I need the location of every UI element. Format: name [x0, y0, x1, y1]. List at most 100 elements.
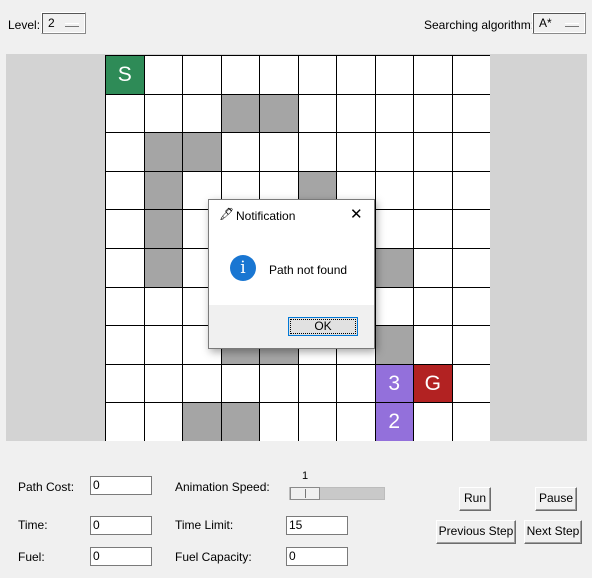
grid-cell	[260, 133, 298, 171]
grid-cell	[375, 56, 413, 94]
wall-cell	[144, 210, 182, 248]
feather-icon: 🖋	[219, 207, 235, 221]
dialog-title-bar: 🖋 Notification ✕	[209, 200, 374, 230]
fuel-capacity-label: Fuel Capacity:	[175, 550, 252, 564]
grid-cell	[337, 94, 375, 133]
grid-cell	[144, 56, 182, 94]
grid-cell	[452, 133, 490, 171]
grid-cell	[337, 56, 375, 94]
grid-cell	[375, 94, 413, 133]
grid-cell	[414, 94, 452, 133]
next-step-button[interactable]: Next Step	[524, 520, 582, 544]
algorithm-label: Searching algorithm:	[424, 18, 535, 32]
grid-cell	[183, 56, 221, 94]
pause-button[interactable]: Pause	[535, 487, 577, 511]
wall-cell	[221, 94, 259, 133]
grid-cell	[298, 94, 336, 133]
grid-cell	[106, 403, 144, 441]
grid-cell	[414, 403, 452, 441]
time-field[interactable]: 0	[90, 516, 152, 535]
level-value: 2	[48, 16, 55, 30]
wall-cell	[183, 403, 221, 441]
grid-cell	[414, 171, 452, 210]
grid-cell	[375, 287, 413, 326]
grid-cell	[452, 364, 490, 403]
grid-cell	[452, 326, 490, 364]
goal-cell: G	[414, 364, 452, 403]
step-cell: 2	[375, 403, 413, 441]
grid-cell	[298, 56, 336, 94]
wall-cell	[260, 94, 298, 133]
grid-cell	[337, 403, 375, 441]
grid-cell	[452, 403, 490, 441]
grid-cell	[106, 210, 144, 248]
grid-cell	[144, 364, 182, 403]
grid-cell	[183, 364, 221, 403]
notification-dialog: 🖋 Notification ✕ i Path not found OK	[208, 199, 375, 349]
previous-step-button[interactable]: Previous Step	[436, 520, 516, 544]
wall-cell	[375, 248, 413, 287]
level-select[interactable]: 2	[41, 12, 86, 34]
grid-cell	[452, 94, 490, 133]
algorithm-select[interactable]: A*	[532, 12, 586, 34]
grid-cell	[375, 171, 413, 210]
grid-cell	[414, 326, 452, 364]
wall-cell	[144, 171, 182, 210]
animation-speed-value: 1	[302, 470, 309, 482]
path-cost-label: Path Cost:	[18, 480, 75, 494]
dialog-body: i Path not found	[209, 230, 374, 305]
grid-cell	[260, 56, 298, 94]
fuel-field[interactable]: 0	[90, 547, 152, 566]
step-cell: 3	[375, 364, 413, 403]
grid-cell	[260, 403, 298, 441]
grid-cell	[298, 133, 336, 171]
dialog-message: Path not found	[269, 263, 348, 277]
dropdown-indicator-icon	[65, 23, 79, 27]
dropdown-indicator-icon	[565, 23, 579, 27]
animation-speed-slider[interactable]	[289, 487, 385, 500]
level-label: Level:	[8, 18, 41, 32]
wall-cell	[183, 133, 221, 171]
grid-cell	[144, 403, 182, 441]
wall-cell	[375, 326, 413, 364]
grid-cell	[298, 403, 336, 441]
wall-cell	[221, 403, 259, 441]
grid-cell	[221, 133, 259, 171]
grid-cell	[106, 287, 144, 326]
grid-cell	[414, 248, 452, 287]
wall-cell	[144, 133, 182, 171]
grid-cell	[260, 364, 298, 403]
grid-cell	[452, 287, 490, 326]
grid-cell	[144, 287, 182, 326]
time-limit-field[interactable]: 15	[286, 516, 348, 535]
grid-cell	[414, 56, 452, 94]
grid-cell	[106, 364, 144, 403]
grid-cell	[106, 326, 144, 364]
fuel-capacity-field[interactable]: 0	[286, 547, 348, 566]
wall-cell	[144, 248, 182, 287]
start-cell: S	[106, 56, 144, 94]
grid-cell	[106, 248, 144, 287]
close-icon[interactable]: ✕	[350, 205, 363, 223]
grid-cell	[337, 133, 375, 171]
grid-cell	[144, 94, 182, 133]
grid-cell	[375, 210, 413, 248]
grid-cell	[414, 210, 452, 248]
grid-cell	[452, 56, 490, 94]
fuel-label: Fuel:	[18, 550, 45, 564]
info-icon: i	[230, 255, 256, 281]
top-bar: Level: 2 Searching algorithm: A*	[0, 0, 592, 48]
grid-cell	[144, 326, 182, 364]
animation-speed-label: Animation Speed:	[175, 480, 270, 494]
time-label: Time:	[18, 518, 48, 532]
grid-cell	[414, 287, 452, 326]
grid-cell	[452, 248, 490, 287]
ok-button[interactable]: OK	[288, 317, 358, 336]
grid-cell	[452, 171, 490, 210]
grid-cell	[375, 133, 413, 171]
slider-thumb[interactable]	[290, 487, 320, 500]
grid-cell	[221, 56, 259, 94]
path-cost-field[interactable]: 0	[90, 476, 152, 495]
run-button[interactable]: Run	[459, 487, 491, 511]
grid-cell	[452, 210, 490, 248]
